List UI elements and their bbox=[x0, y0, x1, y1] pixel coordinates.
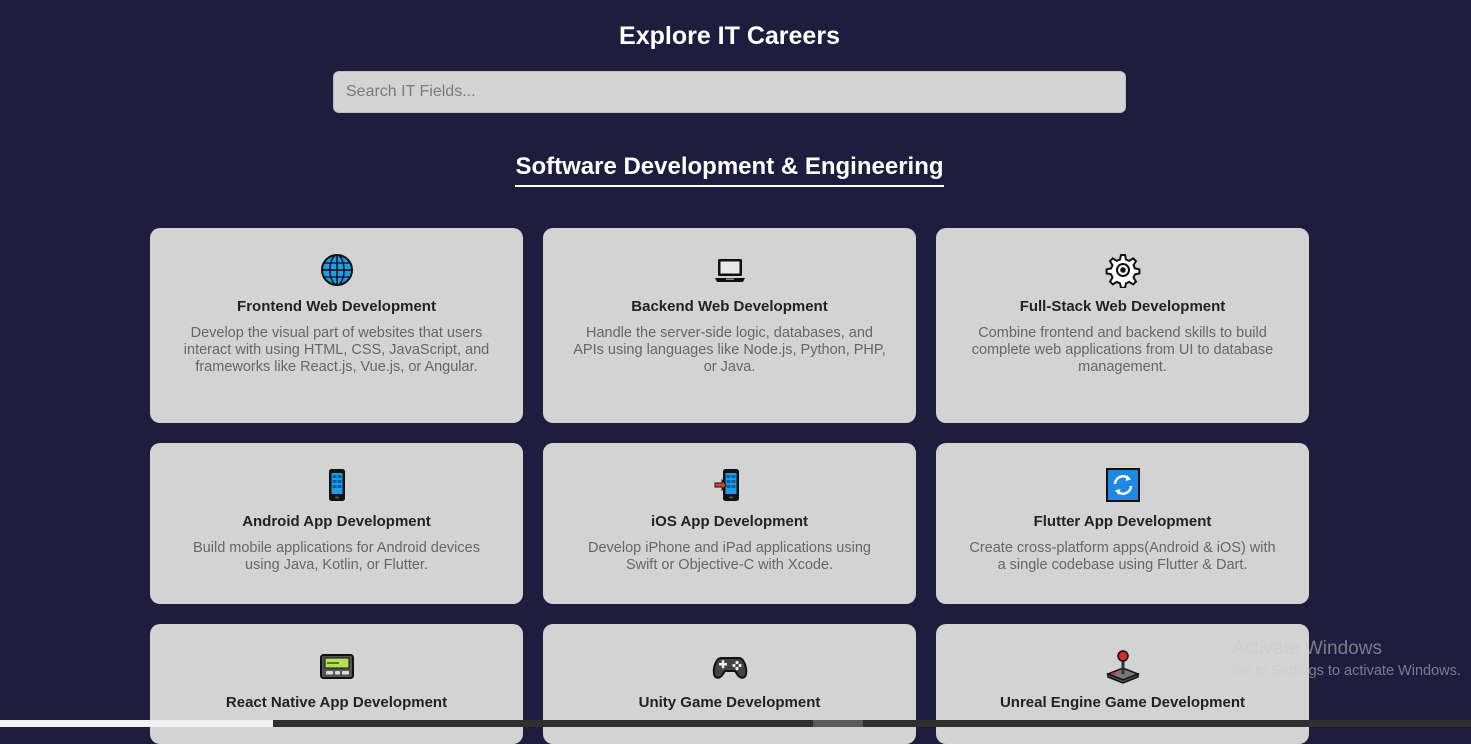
career-card-ios[interactable]: iOS App Development Develop iPhone and i… bbox=[543, 443, 916, 604]
career-card-backend[interactable]: Backend Web Development Handle the serve… bbox=[543, 228, 916, 423]
card-description: Handle the server-side logic, databases,… bbox=[573, 325, 886, 375]
joystick-icon bbox=[1105, 650, 1140, 684]
page-title: Explore IT Careers bbox=[619, 22, 840, 50]
gear-icon bbox=[1105, 254, 1140, 288]
card-title: Unity Game Development bbox=[638, 694, 821, 711]
game-controller-icon bbox=[712, 657, 747, 679]
mobile-phone-icon bbox=[328, 469, 345, 501]
refresh-icon bbox=[1105, 468, 1140, 502]
card-title: Full-Stack Web Development bbox=[1019, 298, 1226, 315]
section-heading-text: Software Development & Engineering bbox=[515, 153, 944, 187]
card-description: Develop iPhone and iPad applications usi… bbox=[588, 540, 871, 573]
activate-windows-watermark: Activate Windows Go to Settings to activ… bbox=[1232, 638, 1461, 679]
taskbar-segment-highlight bbox=[813, 720, 863, 727]
card-title: Android App Development bbox=[242, 513, 431, 530]
card-description: Develop the visual part of websites that… bbox=[183, 325, 490, 375]
globe-icon bbox=[320, 254, 353, 286]
watermark-subtitle: Go to Settings to activate Windows. bbox=[1232, 663, 1461, 679]
taskbar-strip bbox=[0, 720, 1471, 727]
card-title: iOS App Development bbox=[651, 513, 808, 530]
section-heading: Software Development & Engineering bbox=[0, 153, 1459, 187]
search-input[interactable] bbox=[333, 71, 1126, 113]
card-description: Build mobile applications for Android de… bbox=[193, 540, 480, 573]
laptop-icon bbox=[714, 259, 745, 282]
pager-icon bbox=[319, 654, 354, 679]
card-title: Backend Web Development bbox=[631, 298, 828, 315]
watermark-title: Activate Windows bbox=[1232, 638, 1382, 659]
career-card-fullstack[interactable]: Full-Stack Web Development Combine front… bbox=[936, 228, 1309, 423]
career-card-android[interactable]: Android App Development Build mobile app… bbox=[150, 443, 523, 604]
card-description: Create cross-platform apps(Android & iOS… bbox=[969, 540, 1276, 573]
career-card-flutter[interactable]: Flutter App Development Create cross-pla… bbox=[936, 443, 1309, 604]
card-description: Combine frontend and backend skills to b… bbox=[971, 325, 1274, 375]
taskbar-segment-main bbox=[273, 720, 813, 727]
card-title: Frontend Web Development bbox=[237, 298, 436, 315]
card-title: Unreal Engine Game Development bbox=[999, 694, 1246, 711]
mobile-phone-arrow-icon bbox=[714, 469, 739, 501]
taskbar-segment-right bbox=[863, 720, 1471, 727]
card-title: React Native App Development bbox=[225, 694, 448, 711]
taskbar-segment-left bbox=[0, 720, 273, 727]
card-title: Flutter App Development bbox=[1033, 513, 1212, 530]
career-card-frontend[interactable]: Frontend Web Development Develop the vis… bbox=[150, 228, 523, 423]
